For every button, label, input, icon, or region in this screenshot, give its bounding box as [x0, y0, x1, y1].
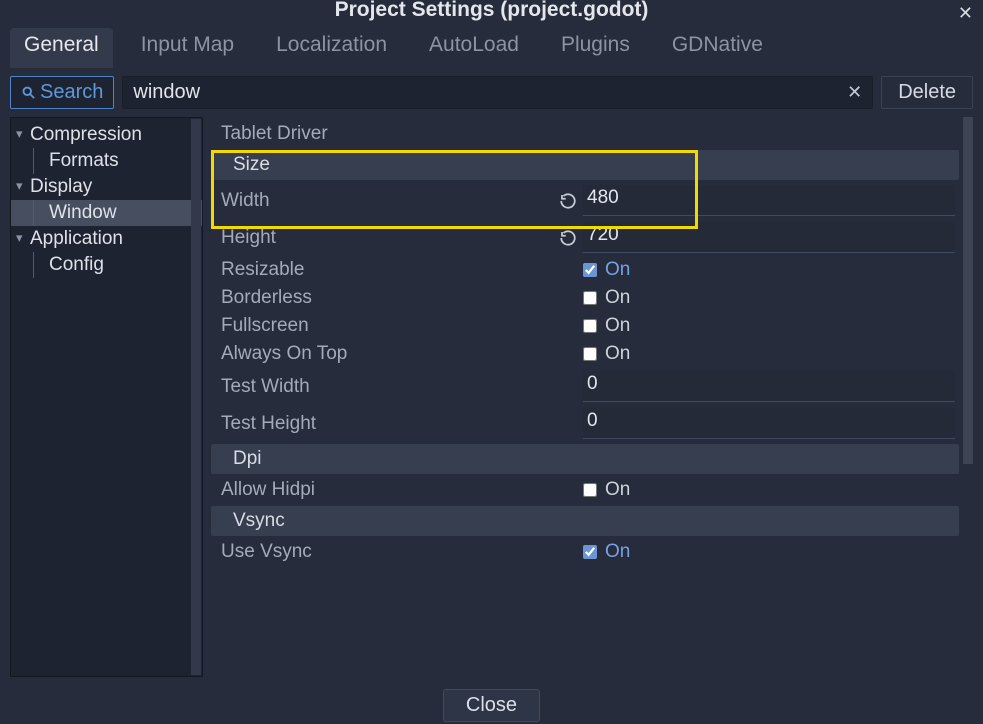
- tab-plugins[interactable]: Plugins: [547, 28, 644, 68]
- checkbox-field[interactable]: On: [583, 315, 955, 337]
- tree-category-display[interactable]: ▾Display: [11, 174, 202, 200]
- caret-down-icon: ▾: [16, 230, 28, 246]
- property-row-fullscreen: Fullscreen On: [209, 312, 961, 340]
- tab-general[interactable]: General: [10, 28, 113, 68]
- property-row-width: Width: [209, 182, 961, 219]
- delete-button[interactable]: Delete: [881, 76, 973, 109]
- checkbox-input[interactable]: [583, 483, 597, 497]
- number-input[interactable]: [583, 222, 955, 253]
- property-row-resizable: Resizable On: [209, 256, 961, 284]
- properties-scrollbar[interactable]: [963, 117, 973, 677]
- property-label: Borderless: [221, 287, 577, 309]
- tab-bar: General Input Map Localization AutoLoad Plug…: [0, 26, 983, 68]
- filter-input-wrap: ✕: [122, 76, 873, 109]
- property-label: Height: [221, 227, 577, 249]
- checkbox-field[interactable]: On: [583, 287, 955, 309]
- caret-down-icon: ▾: [16, 126, 28, 142]
- checkbox-label: On: [605, 315, 630, 337]
- tab-input-map[interactable]: Input Map: [127, 28, 248, 68]
- tab-gdnative[interactable]: GDNative: [658, 28, 777, 68]
- tree-item-formats[interactable]: Formats: [11, 148, 202, 174]
- checkbox-input[interactable]: [583, 291, 597, 305]
- close-button[interactable]: Close: [443, 689, 540, 722]
- tree-category-compression[interactable]: ▾Compression: [11, 122, 202, 148]
- property-label: Use Vsync: [221, 541, 577, 563]
- property-label: Fullscreen: [221, 315, 577, 337]
- number-field[interactable]: [583, 222, 955, 253]
- clear-filter-icon[interactable]: ✕: [837, 82, 872, 103]
- toolbar: Search ✕ Delete: [0, 68, 983, 117]
- property-label: Test Width: [221, 376, 577, 398]
- tree-item-window[interactable]: Window: [11, 200, 202, 226]
- property-panel: Tablet DriverSizeWidthHeightResizableOnB…: [209, 117, 973, 677]
- number-field[interactable]: [583, 371, 955, 402]
- property-label: Test Height: [221, 413, 577, 435]
- number-field[interactable]: [583, 185, 955, 216]
- checkbox-label: On: [605, 541, 630, 563]
- titlebar: Project Settings (project.godot) ✕: [0, 0, 983, 26]
- property-row-test-height: Test Height: [209, 405, 961, 442]
- reset-icon[interactable]: [559, 192, 577, 210]
- checkbox-field[interactable]: On: [583, 541, 955, 563]
- number-field[interactable]: [583, 408, 955, 439]
- search-toggle-label: Search: [40, 81, 103, 104]
- search-icon: [21, 85, 36, 100]
- checkbox-label: On: [605, 479, 630, 501]
- checkbox-label: On: [605, 259, 630, 281]
- filter-input[interactable]: [123, 77, 837, 108]
- tab-autoload[interactable]: AutoLoad: [415, 28, 533, 68]
- search-toggle-button[interactable]: Search: [10, 76, 114, 109]
- checkbox-field[interactable]: On: [583, 343, 955, 365]
- close-window-icon[interactable]: ✕: [958, 4, 973, 22]
- property-label: Always On Top: [221, 343, 577, 365]
- checkbox-input[interactable]: [583, 319, 597, 333]
- number-input[interactable]: [583, 185, 955, 216]
- property-row-test-width: Test Width: [209, 368, 961, 405]
- checkbox-label: On: [605, 287, 630, 309]
- section-dpi[interactable]: Dpi: [211, 444, 959, 474]
- property-row-allow-hidpi: Allow Hidpi On: [209, 476, 961, 504]
- property-row-height: Height: [209, 219, 961, 256]
- number-input[interactable]: [583, 408, 955, 439]
- section-vsync[interactable]: Vsync: [211, 506, 959, 536]
- checkbox-input[interactable]: [583, 545, 597, 559]
- category-sidebar: ▾CompressionFormats▾DisplayWindow▾Applic…: [10, 117, 203, 677]
- property-label: Width: [221, 190, 577, 212]
- window-title: Project Settings (project.godot): [335, 0, 649, 22]
- checkbox-label: On: [605, 343, 630, 365]
- caret-down-icon: ▾: [16, 178, 28, 194]
- property-label: Allow Hidpi: [221, 479, 577, 501]
- tree-item-config[interactable]: Config: [11, 252, 202, 278]
- number-input[interactable]: [583, 371, 955, 402]
- checkbox-input[interactable]: [583, 263, 597, 277]
- property-row-borderless: Borderless On: [209, 284, 961, 312]
- property-row-always-on-top: Always On Top On: [209, 340, 961, 368]
- property-label: Resizable: [221, 259, 577, 281]
- sidebar-scrollbar[interactable]: [191, 119, 201, 675]
- tree-category-application[interactable]: ▾Application: [11, 226, 202, 252]
- tab-localization[interactable]: Localization: [262, 28, 401, 68]
- checkbox-field[interactable]: On: [583, 479, 955, 501]
- checkbox-field[interactable]: On: [583, 259, 955, 281]
- section-size[interactable]: Size: [211, 150, 959, 180]
- checkbox-input[interactable]: [583, 347, 597, 361]
- reset-icon[interactable]: [559, 229, 577, 247]
- property-heading: Tablet Driver: [221, 123, 577, 145]
- property-row-use-vsync: Use Vsync On: [209, 538, 961, 566]
